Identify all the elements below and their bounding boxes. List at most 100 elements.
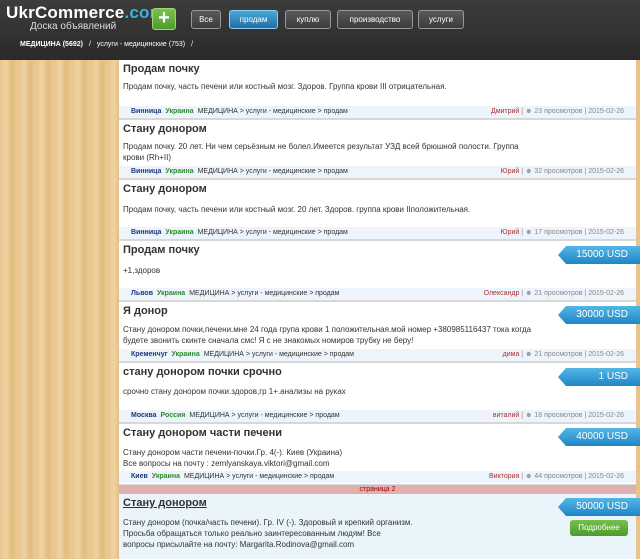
ad-stats: Дмитрий | ☻ 23 просмотров | 2015-02-26: [490, 108, 624, 115]
ad-category[interactable]: МЕДИЦИНА > услуги - медицинские > продам: [198, 108, 348, 115]
ad-stats: Юрий | ☻ 17 просмотров | 2015-02-26: [500, 229, 624, 236]
ad-category[interactable]: МЕДИЦИНА > услуги - медицинские > продам: [189, 290, 339, 297]
ad-price-tag: 30000 USD: [558, 306, 640, 324]
ad-title[interactable]: Я донор: [123, 305, 168, 317]
ad-views: 17 просмотров: [534, 229, 583, 236]
views-icon: ☻: [525, 168, 533, 175]
ad-date: 2015-02-26: [588, 229, 624, 236]
ad-views: 21 просмотров: [534, 351, 583, 358]
ad-meta: Винница Украина МЕДИЦИНА > услуги - медици…: [119, 227, 636, 239]
views-icon: ☻: [525, 473, 533, 480]
nav-production-button[interactable]: производство: [337, 10, 413, 29]
ad-title[interactable]: Стану донором части печени: [123, 427, 282, 439]
ad-stats: Олександр | ☻ 21 просмотров | 2015-02-26: [483, 290, 624, 297]
ad-city[interactable]: Кременчуг: [131, 351, 168, 358]
ad-item[interactable]: Я донор 30000 USD Стану донором почки,пе…: [119, 302, 640, 363]
ad-stats: виталий | ☻ 18 просмотров | 2015-02-26: [492, 412, 624, 419]
ad-country[interactable]: Украина: [157, 290, 185, 297]
page-2-divider: страница 2: [119, 485, 636, 494]
ad-category[interactable]: МЕДИЦИНА > услуги - медицинские > продам: [189, 412, 339, 419]
ad-user[interactable]: Дмитрий: [491, 108, 519, 115]
views-icon: ☻: [525, 351, 533, 358]
ad-category[interactable]: МЕДИЦИНА > услуги - медицинские > продам: [198, 229, 348, 236]
breadcrumb-separator: /: [88, 41, 91, 48]
ad-views: 44 просмотров: [534, 473, 583, 480]
ad-item[interactable]: Стану донором Продам почку, часть печени…: [119, 180, 636, 241]
views-icon: ☻: [525, 108, 533, 115]
ad-item[interactable]: Продам почку 15000 USD +1,здоров Львов Ук…: [119, 241, 640, 302]
ad-description: +1,здоров: [123, 266, 161, 275]
ad-category[interactable]: МЕДИЦИНА > услуги - медицинские > продам: [204, 351, 354, 358]
ad-title[interactable]: Стану донором: [123, 497, 207, 509]
ad-date: 2015-02-26: [588, 412, 624, 419]
ad-country[interactable]: Украина: [152, 473, 180, 480]
ad-country[interactable]: Украина: [165, 108, 193, 115]
ad-description: Стану донором (почка/часть печени). Гр. …: [123, 518, 413, 549]
ad-date: 2015-02-26: [588, 473, 624, 480]
ad-description: срочно стану донором почки.здоров,гр 1+.…: [123, 387, 346, 396]
ad-description: Продам почку, часть печени или костный м…: [123, 82, 447, 91]
logo-text: UkrCommerce: [6, 3, 125, 22]
ad-city[interactable]: Винница: [131, 229, 161, 236]
ad-user[interactable]: Олександр: [484, 290, 520, 297]
site-tagline: Доска объявлений: [30, 21, 117, 32]
ad-stats: Юрий | ☻ 32 просмотров | 2015-02-26: [500, 168, 624, 175]
ad-city[interactable]: Львов: [131, 290, 153, 297]
ad-country[interactable]: Украина: [165, 168, 193, 175]
ad-title[interactable]: Продам почку: [123, 63, 200, 75]
ad-city[interactable]: Москва: [131, 412, 157, 419]
ad-item[interactable]: Стану донором части печени 40000 USD Ста…: [119, 424, 640, 486]
ad-date: 2015-02-26: [588, 290, 624, 297]
ad-date: 2015-02-26: [588, 108, 624, 115]
breadcrumb-medicine[interactable]: МЕДИЦИНА (5692): [20, 41, 83, 48]
ad-country[interactable]: Россия: [161, 412, 186, 419]
ad-city[interactable]: Винница: [131, 108, 161, 115]
details-button[interactable]: Подробнее: [570, 520, 628, 536]
ad-stats: Виктория | ☻ 44 просмотров | 2015-02-26: [489, 473, 624, 480]
ad-meta: Киев Украина МЕДИЦИНА > услуги - медицинск…: [119, 471, 636, 483]
nav-services-button[interactable]: услуги: [418, 10, 464, 29]
ad-country[interactable]: Украина: [165, 229, 193, 236]
ad-title[interactable]: Стану донором: [123, 123, 207, 135]
ad-price-tag: 15000 USD: [558, 246, 640, 264]
ad-meta: Львов Украина МЕДИЦИНА > услуги - медицинс…: [119, 288, 636, 300]
ad-user[interactable]: Юрий: [501, 168, 520, 175]
ad-category[interactable]: МЕДИЦИНА > услуги - медицинские > продам: [198, 168, 348, 175]
ad-user[interactable]: дима: [503, 351, 520, 358]
ad-country[interactable]: Украина: [172, 351, 200, 358]
views-icon: ☻: [525, 412, 533, 419]
breadcrumb: МЕДИЦИНА (5692) / услуги - медицинские (75…: [20, 41, 199, 48]
ad-description: Стану донором части печени-почки.Гр. 4(-…: [123, 448, 343, 468]
ad-views: 18 просмотров: [534, 412, 583, 419]
views-icon: ☻: [525, 229, 533, 236]
ad-title[interactable]: стану донором почки срочно: [123, 366, 282, 378]
ad-title[interactable]: Стану донором: [123, 183, 207, 195]
site-header: UkrCommerce.com Доска объявлений + Все п…: [0, 0, 640, 60]
add-ad-button[interactable]: +: [152, 8, 176, 30]
site-logo[interactable]: UkrCommerce.com: [6, 3, 165, 23]
ad-price-tag: 40000 USD: [558, 428, 640, 446]
ad-price-tag: 1 USD: [558, 368, 640, 386]
ad-description: Продам почку, часть печени или костный м…: [123, 205, 471, 214]
views-icon: ☻: [525, 290, 533, 297]
ad-stats: дима | ☻ 21 просмотров | 2015-02-26: [502, 351, 624, 358]
ad-city[interactable]: Винница: [131, 168, 161, 175]
nav-buy-button[interactable]: куплю: [285, 10, 331, 29]
ad-item[interactable]: Продам почку Продам почку, часть печени …: [119, 60, 636, 120]
nav-sell-button[interactable]: продам: [229, 10, 278, 29]
ad-price-tag: 50000 USD: [558, 498, 640, 516]
breadcrumb-services[interactable]: услуги - медицинские (753): [97, 41, 185, 48]
ad-item[interactable]: стану донором почки срочно 1 USD срочно …: [119, 363, 640, 424]
ad-views: 21 просмотров: [534, 290, 583, 297]
ad-title[interactable]: Продам почку: [123, 244, 200, 256]
ad-category[interactable]: МЕДИЦИНА > услуги - медицинские > продам: [184, 473, 334, 480]
wood-background-left: [0, 60, 119, 559]
ad-user[interactable]: виталий: [493, 412, 520, 419]
ad-item[interactable]: Стану донором Продам почку. 20 лет. Ни ч…: [119, 120, 636, 180]
ad-city[interactable]: Киев: [131, 473, 148, 480]
ad-date: 2015-02-26: [588, 168, 624, 175]
nav-all-button[interactable]: Все: [191, 10, 221, 29]
ad-user[interactable]: Юрий: [501, 229, 520, 236]
ad-user[interactable]: Виктория: [489, 473, 519, 480]
ad-item-selected[interactable]: Стану донором 50000 USD Стану донором (п…: [119, 494, 640, 559]
